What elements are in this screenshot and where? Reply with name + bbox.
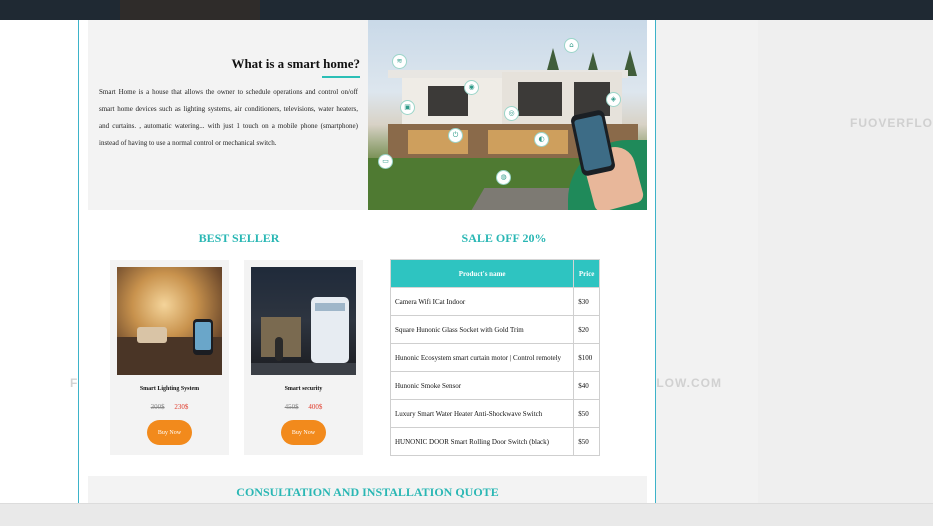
price-cell: $50	[573, 427, 600, 456]
right-margin: FUOVERFLOW	[758, 20, 933, 503]
table-row: Hunonic Smoke Sensor $40	[389, 371, 600, 400]
phone-screen	[195, 322, 211, 350]
product-name-cell: Camera Wifi ICat Indoor	[389, 287, 575, 316]
intro-text: Smart Home is a house that allows the ow…	[99, 88, 358, 147]
phone-ui-bar	[315, 303, 345, 311]
column-header-price: Price	[573, 259, 600, 288]
old-price: 300$	[150, 403, 165, 411]
price-cell: $50	[573, 399, 600, 428]
home-icon: ⌂	[564, 38, 579, 53]
person-shape	[275, 337, 283, 361]
camera-icon: ◈	[606, 92, 621, 107]
sensor-icon: ◍	[496, 170, 511, 185]
new-price: 230$	[174, 403, 189, 411]
product-name-cell: Hunonic Ecosystem smart curtain motor | …	[389, 343, 575, 372]
product-card: Smart Lighting System 300$ 230$ Buy Now	[110, 260, 229, 455]
sale-table: Product's name Price Camera Wifi ICat In…	[389, 259, 600, 456]
lit-window	[488, 130, 568, 154]
consultation-section: CONSULTATION AND INSTALLATION QUOTE	[88, 476, 647, 503]
table-row: Camera Wifi ICat Indoor $30	[389, 287, 600, 316]
column-header-name: Product's name	[389, 259, 575, 288]
price-cell: $30	[573, 287, 600, 316]
smart-lighting-photo	[117, 267, 222, 375]
table-header-row: Product's name Price	[389, 259, 600, 288]
product-name: Smart Lighting System	[139, 386, 200, 392]
product-name-cell: Hunonic Smoke Sensor	[389, 371, 575, 400]
product-name: Smart security	[284, 386, 323, 392]
consultation-title: CONSULTATION AND INSTALLATION QUOTE	[236, 485, 499, 499]
product-prices: 300$ 230$	[110, 403, 229, 411]
lamp-icon: ◉	[464, 80, 479, 95]
intro-title: What is a smart home?	[231, 56, 360, 71]
phone-screen	[573, 114, 613, 172]
table-row: HUNONIC DOOR Smart Rolling Door Switch (…	[389, 427, 600, 456]
web-page: What is a smart home? Smart Home is a ho…	[78, 20, 656, 503]
new-price: 400$	[308, 403, 323, 411]
buy-now-button[interactable]: Buy Now	[147, 420, 192, 445]
driveway	[251, 363, 356, 375]
bulb-icon: ◎	[504, 106, 519, 121]
sale-off-title: SALE OFF 20%	[461, 231, 547, 245]
product-name-cell: HUNONIC DOOR Smart Rolling Door Switch (…	[389, 427, 575, 456]
smart-security-photo	[251, 267, 356, 375]
thermostat-icon: ◐	[534, 132, 549, 147]
browser-bottom-bar	[0, 503, 933, 526]
top-bar-tab	[120, 0, 260, 20]
product-name-cell: Square Hunonic Glass Socket with Gold Tr…	[389, 315, 575, 344]
price-cell: $100	[573, 343, 600, 372]
old-price: 450$	[284, 403, 299, 411]
table-row: Hunonic Ecosystem smart curtain motor | …	[389, 343, 600, 372]
watermark-text: FUOVERFLOW	[850, 116, 933, 130]
product-name-cell: Luxury Smart Water Heater Anti-Shockwave…	[389, 399, 575, 428]
title-underline	[322, 76, 360, 78]
left-margin	[0, 20, 78, 503]
table-row: Square Hunonic Glass Socket with Gold Tr…	[389, 315, 600, 344]
sofa-shape	[137, 327, 167, 343]
tv-icon: ▭	[378, 154, 393, 169]
wifi-icon: ≋	[392, 54, 407, 69]
smart-house-image: ⌂ ≋ ◉ ▣ ◎ ◈ ⏻ ◐ ▭ ◍	[368, 20, 647, 210]
table-row: Luxury Smart Water Heater Anti-Shockwave…	[389, 399, 600, 428]
price-cell: $40	[573, 371, 600, 400]
lock-icon: ▣	[400, 100, 415, 115]
plug-icon: ⏻	[448, 128, 463, 143]
smart-home-intro: What is a smart home? Smart Home is a ho…	[88, 20, 647, 210]
buy-now-button[interactable]: Buy Now	[281, 420, 326, 445]
product-card: Smart security 450$ 400$ Buy Now	[244, 260, 363, 455]
house-window	[428, 86, 468, 116]
house-window	[518, 82, 562, 116]
best-seller-title: BEST SELLER	[198, 231, 280, 245]
product-prices: 450$ 400$	[244, 403, 363, 411]
browser-top-bar	[0, 0, 933, 20]
price-cell: $20	[573, 315, 600, 344]
